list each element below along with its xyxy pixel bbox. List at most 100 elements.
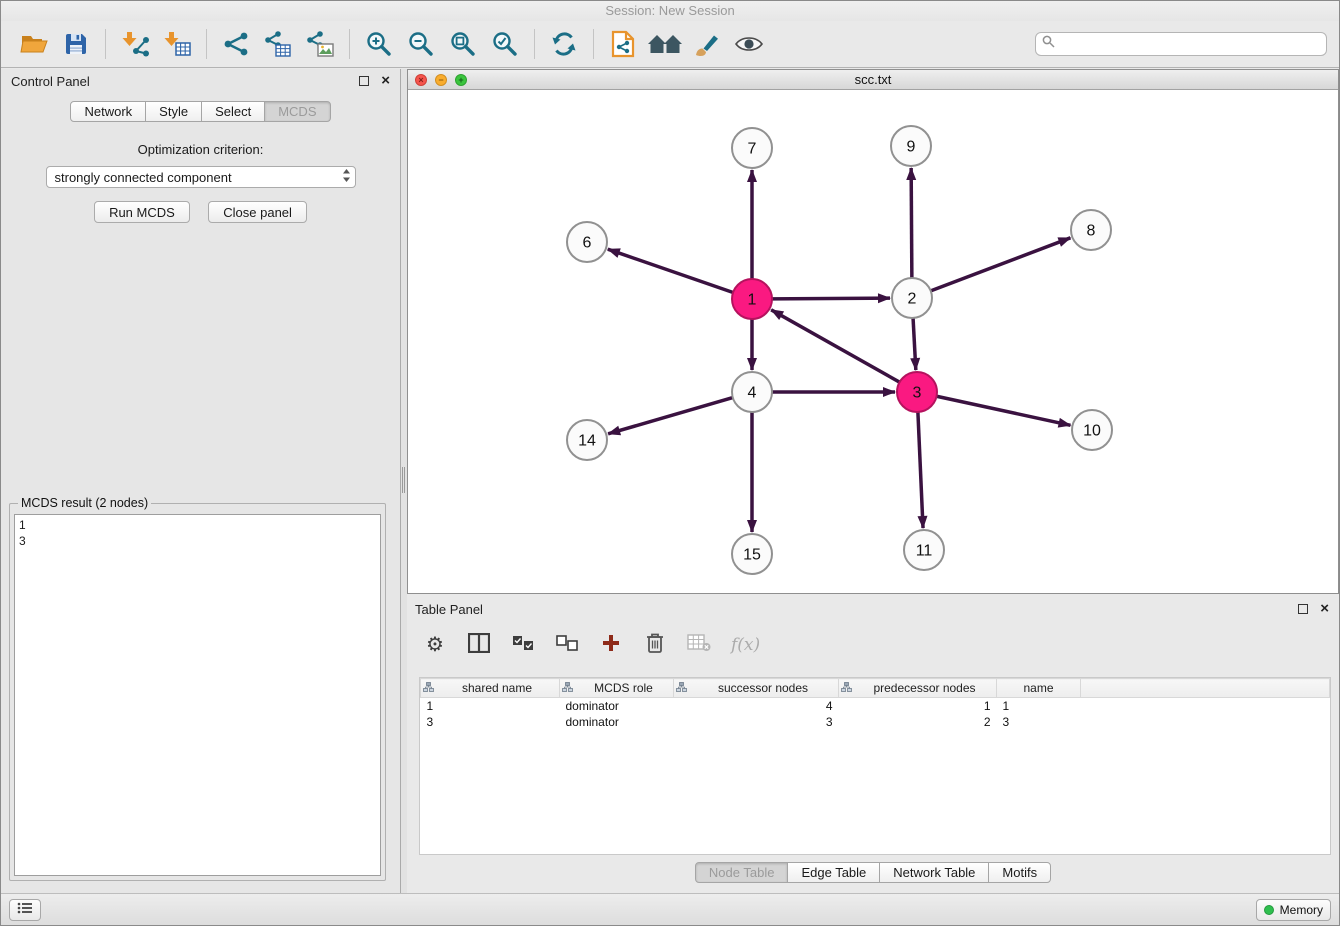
search-input[interactable] [1059, 37, 1320, 51]
deselect-all-icon [556, 635, 578, 656]
toolbar-separator [349, 29, 350, 59]
table-row: 3 dominator 3 2 3 [421, 714, 1330, 730]
graph-edge-2-3[interactable] [913, 318, 916, 370]
first-neighbors-button[interactable] [644, 25, 686, 63]
minimize-window-icon[interactable]: − [435, 74, 447, 86]
graph-edge-1-6[interactable] [608, 249, 733, 292]
import-table-button[interactable] [156, 25, 198, 63]
show-graphics-details-button[interactable] [728, 25, 770, 63]
zoom-in-button[interactable] [358, 25, 400, 63]
tab-network-table[interactable]: Network Table [879, 862, 989, 883]
graph-edge-2-9[interactable] [911, 168, 912, 278]
add-column-button[interactable] [599, 631, 623, 659]
graph-node-label-4: 4 [748, 385, 757, 402]
cell-mcds-role[interactable]: dominator [560, 698, 674, 714]
save-floppy-icon [63, 31, 89, 57]
zoom-out-button[interactable] [400, 25, 442, 63]
criterion-dropdown[interactable]: strongly connected component [46, 166, 356, 188]
cell-successor-nodes[interactable]: 4 [674, 698, 839, 714]
export-network-button[interactable] [602, 25, 644, 63]
column-header-predecessor-nodes[interactable]: predecessor nodes [839, 679, 997, 698]
tab-style[interactable]: Style [145, 101, 202, 122]
refresh-view-button[interactable] [543, 25, 585, 63]
traffic-lights: × − + [415, 74, 467, 86]
cell-name[interactable]: 1 [997, 698, 1081, 714]
memory-button[interactable]: Memory [1256, 899, 1331, 921]
tab-motifs[interactable]: Motifs [988, 862, 1051, 883]
tab-node-table[interactable]: Node Table [695, 862, 789, 883]
open-file-button[interactable] [13, 25, 55, 63]
graph-node-label-1: 1 [748, 292, 757, 309]
cell-filler [1081, 698, 1330, 714]
deselect-all-button[interactable] [555, 631, 579, 659]
graph-edge-3-10[interactable] [937, 396, 1071, 425]
save-session-button[interactable] [55, 25, 97, 63]
close-table-panel-icon[interactable]: × [1320, 604, 1329, 614]
graph-node-label-6: 6 [583, 235, 592, 252]
column-header-mcds-role[interactable]: MCDS role [560, 679, 674, 698]
mcds-result-box: MCDS result (2 nodes) 1 3 [9, 496, 386, 881]
cell-predecessor-nodes[interactable]: 1 [839, 698, 997, 714]
zoom-selected-icon [491, 30, 519, 58]
cell-mcds-role[interactable]: dominator [560, 714, 674, 730]
graph-edge-3-11[interactable] [918, 412, 923, 528]
node-table: shared name MCDS role [419, 677, 1331, 855]
splitter-grip [402, 467, 405, 493]
table-settings-button[interactable]: ⚙ [423, 631, 447, 659]
apply-style-button[interactable] [686, 25, 728, 63]
tab-mcds[interactable]: MCDS [264, 101, 330, 122]
cell-shared-name[interactable]: 1 [421, 698, 560, 714]
show-columns-button[interactable] [467, 631, 491, 659]
cell-predecessor-nodes[interactable]: 2 [839, 714, 997, 730]
network-table-icon [264, 31, 292, 57]
network-view-window: × − + scc.txt 7968124314101511 [407, 69, 1339, 594]
network-canvas[interactable]: 7968124314101511 [408, 90, 1338, 593]
column-tree-icon [423, 681, 434, 695]
tab-select[interactable]: Select [201, 101, 265, 122]
select-all-button[interactable] [511, 631, 535, 659]
close-window-icon[interactable]: × [415, 74, 427, 86]
two-houses-icon [647, 32, 683, 56]
graph-node-label-2: 2 [908, 291, 917, 308]
import-table-icon [163, 31, 191, 57]
close-panel-button[interactable]: Close panel [208, 201, 307, 223]
cell-shared-name[interactable]: 3 [421, 714, 560, 730]
function-builder-button[interactable]: f(x) [731, 631, 760, 659]
delete-table-button[interactable] [687, 631, 711, 659]
table-toolbar: ⚙ [423, 623, 1329, 667]
cell-name[interactable]: 3 [997, 714, 1081, 730]
import-network-button[interactable] [114, 25, 156, 63]
delete-column-button[interactable] [643, 631, 667, 659]
network-image-button[interactable] [299, 25, 341, 63]
zoom-fit-button[interactable] [442, 25, 484, 63]
column-header-successor-nodes[interactable]: successor nodes [674, 679, 839, 698]
column-header-filler [1081, 679, 1330, 698]
network-from-table-button[interactable] [257, 25, 299, 63]
run-mcds-button[interactable]: Run MCDS [94, 201, 190, 223]
main-toolbar [1, 21, 1339, 68]
column-header-name[interactable]: name [997, 679, 1081, 698]
tab-network[interactable]: Network [70, 101, 146, 122]
graph-edge-2-8[interactable] [931, 238, 1071, 291]
zoom-window-icon[interactable]: + [455, 74, 467, 86]
float-table-panel-icon[interactable] [1298, 604, 1308, 614]
column-header-shared-name[interactable]: shared name [421, 679, 560, 698]
table-panel-tabs: Node Table Edge Table Network Table Moti… [407, 862, 1339, 883]
zoom-selected-button[interactable] [484, 25, 526, 63]
mcds-result-list[interactable]: 1 3 [14, 514, 381, 876]
tab-edge-table[interactable]: Edge Table [787, 862, 880, 883]
mcds-pane: Optimization criterion: strongly connect… [1, 122, 400, 223]
network-share-icon [223, 31, 249, 57]
close-panel-icon[interactable]: × [381, 76, 390, 86]
network-graph-svg[interactable]: 7968124314101511 [408, 90, 1340, 593]
application-window: Session: New Session [0, 0, 1340, 926]
graph-node-label-14: 14 [578, 433, 596, 450]
graph-edge-1-2[interactable] [772, 298, 890, 299]
task-history-button[interactable] [9, 899, 41, 921]
new-network-button[interactable] [215, 25, 257, 63]
graph-edge-4-14[interactable] [608, 398, 733, 434]
select-all-icon [512, 635, 534, 656]
float-panel-icon[interactable] [359, 76, 369, 86]
graph-edge-3-1[interactable] [771, 310, 899, 382]
cell-successor-nodes[interactable]: 3 [674, 714, 839, 730]
